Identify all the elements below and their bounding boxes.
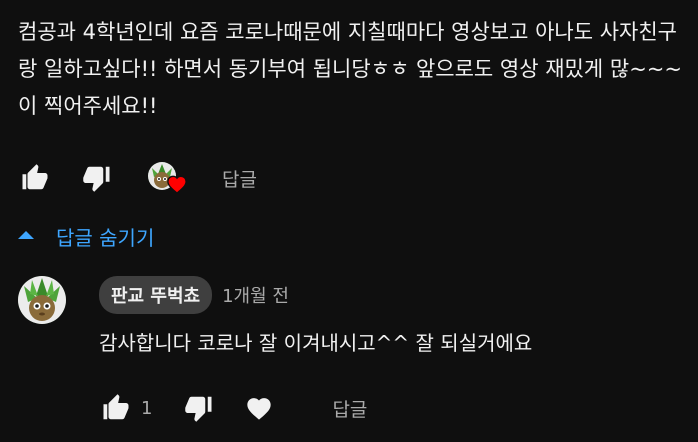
like-count: 1 — [141, 397, 153, 419]
reply-like-button[interactable] — [99, 391, 133, 425]
thumb-down-icon — [83, 166, 110, 192]
hide-replies-label: 답글 숨기기 — [56, 225, 155, 250]
reply-dislike-button[interactable] — [182, 391, 216, 425]
thumb-down-icon — [185, 396, 212, 422]
reply-reply-button[interactable]: 답글 — [332, 395, 367, 422]
comment-text: 컴공과 4학년인데 요즘 코로나때문에 지칠때마다 영상보고 아나도 사자친구랑… — [18, 20, 682, 118]
author-name[interactable]: 판교 뚜벅쵸 — [99, 276, 213, 314]
like-button[interactable] — [18, 161, 52, 195]
chevron-up-icon — [18, 231, 34, 239]
creator-heart-icon — [167, 175, 187, 194]
reply-button[interactable]: 답글 — [222, 165, 257, 192]
hide-replies-button[interactable]: 답글 숨기기 — [18, 218, 154, 254]
heart-button[interactable] — [242, 391, 276, 425]
thumb-up-icon — [103, 394, 129, 420]
creator-heart — [148, 158, 190, 198]
comment-actions: 답글 — [18, 158, 257, 198]
dislike-button[interactable] — [80, 161, 114, 195]
heart-icon — [247, 398, 272, 420]
reply-text: 감사합니다 코로나 잘 이겨내시고^^ 잘 되실거에요 — [99, 331, 533, 355]
timestamp[interactable]: 1개월 전 — [222, 282, 289, 308]
reply-actions: 1 답글 — [99, 388, 367, 428]
avatar[interactable] — [18, 276, 66, 324]
thumb-up-icon — [22, 164, 48, 190]
reply-header: 판교 뚜벅쵸 1개월 전 — [99, 276, 289, 314]
